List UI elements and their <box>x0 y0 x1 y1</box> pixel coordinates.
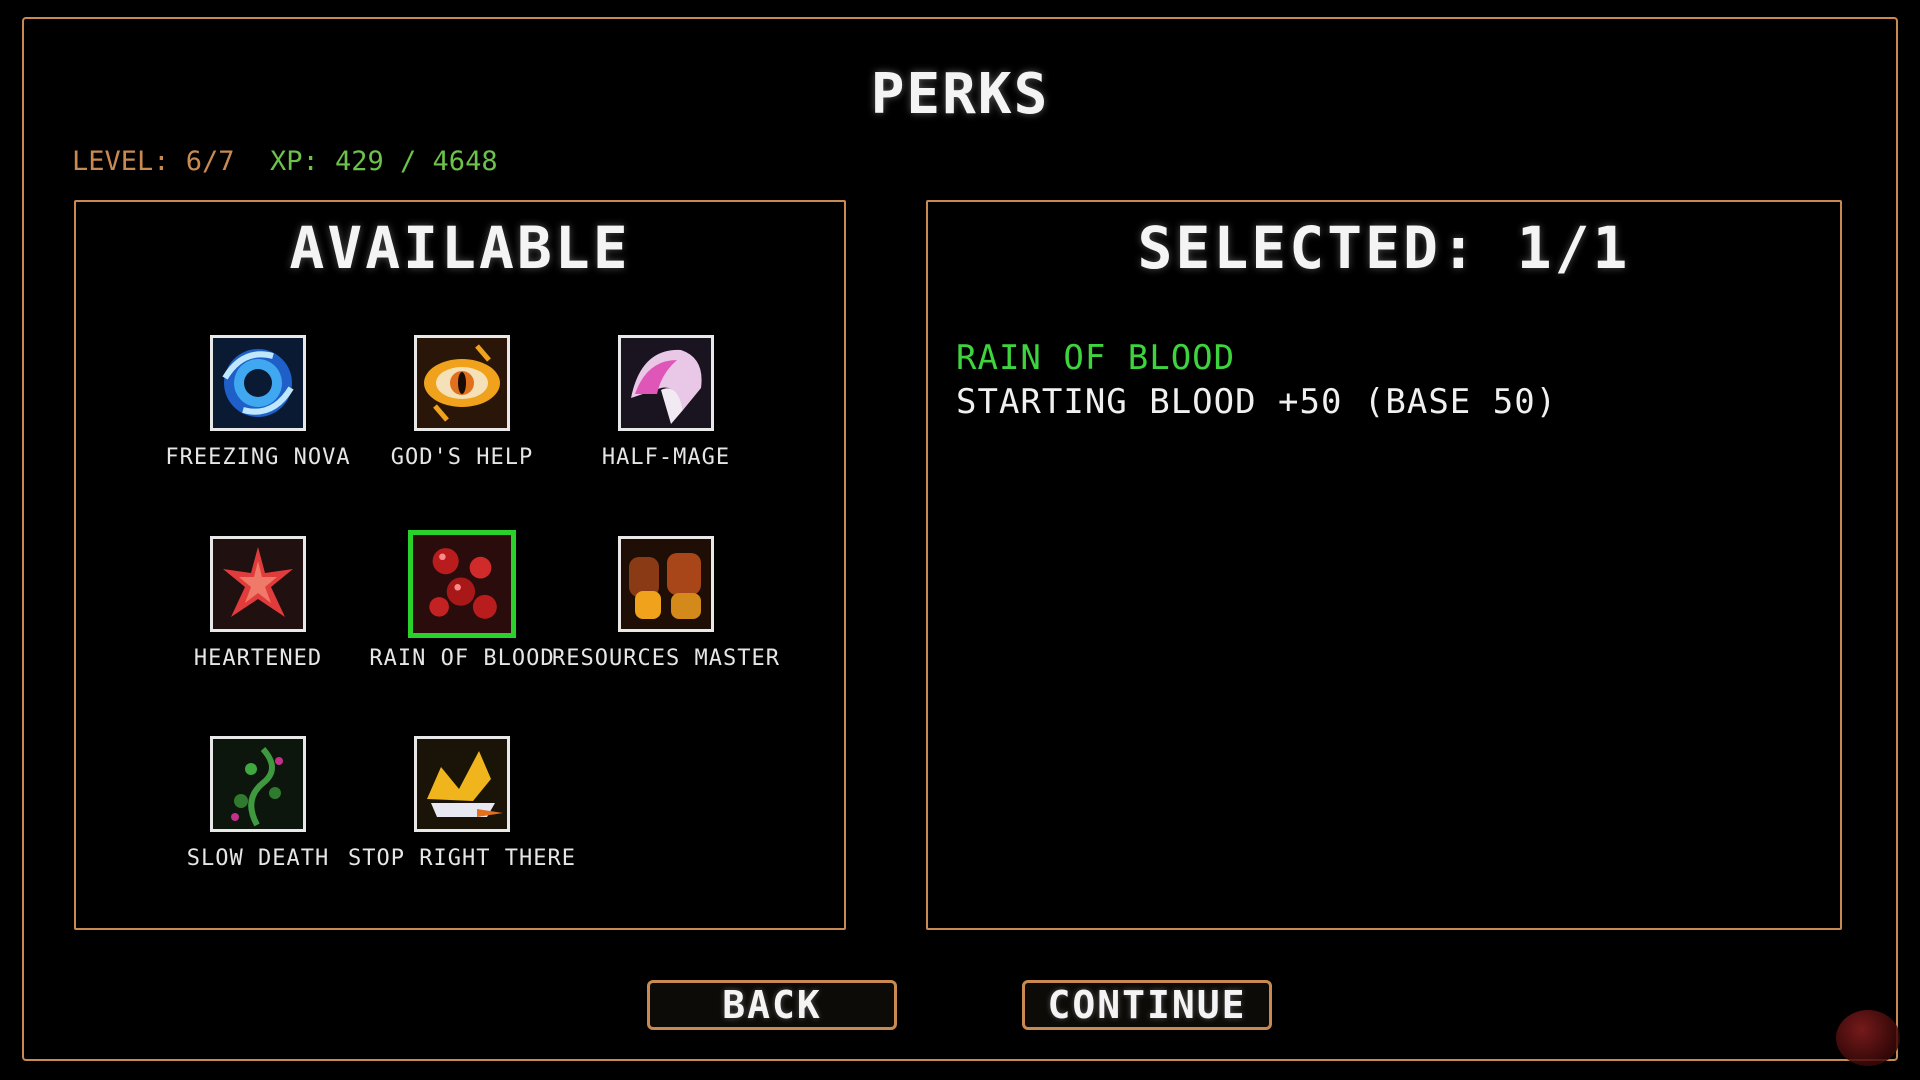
continue-button[interactable]: CONTINUE <box>1022 980 1272 1030</box>
perk-label: STOP RIGHT THERE <box>348 846 576 871</box>
heartened-icon <box>210 536 306 632</box>
watermark-logo <box>1836 1010 1900 1066</box>
half-mage-icon <box>618 335 714 431</box>
available-panel: AVAILABLE FREEZING NOVA GOD'S HELP HALF-… <box>74 200 846 930</box>
perk-label: HALF-MAGE <box>601 445 731 470</box>
selected-perk-name: RAIN OF BLOOD <box>956 338 1236 378</box>
perk-label: RESOURCES MASTER <box>552 646 780 671</box>
perk-stop-right-there[interactable]: STOP RIGHT THERE <box>337 736 587 906</box>
resources-master-icon <box>618 536 714 632</box>
freezing-nova-icon <box>210 335 306 431</box>
back-button[interactable]: BACK <box>647 980 897 1030</box>
rain-of-blood-icon <box>408 530 516 638</box>
perk-half-mage[interactable]: HALF-MAGE <box>541 335 791 505</box>
selected-perk-description: STARTING BLOOD +50 (BASE 50) <box>956 382 1558 422</box>
available-heading: AVAILABLE <box>289 214 631 282</box>
slow-death-icon <box>210 736 306 832</box>
perk-resources-master[interactable]: RESOURCES MASTER <box>541 536 791 706</box>
xp-indicator: XP: 429 / 4648 <box>270 146 498 177</box>
selected-panel: SELECTED: 1/1 RAIN OF BLOOD STARTING BLO… <box>926 200 1842 930</box>
selected-heading: SELECTED: 1/1 <box>1137 214 1631 282</box>
stop-right-there-icon <box>414 736 510 832</box>
level-indicator: LEVEL: 6/7 <box>72 146 235 177</box>
gods-help-icon <box>414 335 510 431</box>
page-title: PERKS <box>870 62 1050 127</box>
